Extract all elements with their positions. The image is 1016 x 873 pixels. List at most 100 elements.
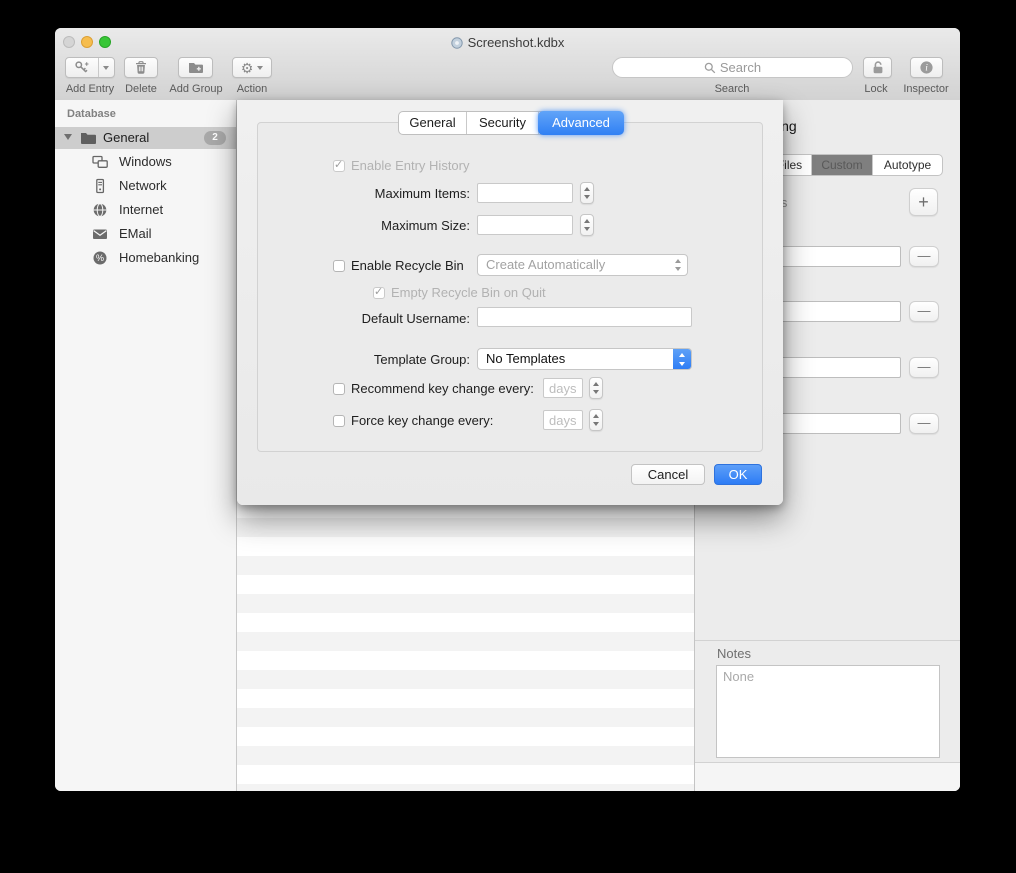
checkbox-label: Force key change every: bbox=[351, 413, 493, 428]
window-title: Screenshot.kdbx bbox=[468, 35, 565, 50]
search-caption: Search bbox=[692, 83, 772, 95]
search-placeholder: Search bbox=[720, 58, 761, 77]
sidebar: Database General 2 Windows Network bbox=[55, 100, 237, 791]
remove-custom-field-button[interactable]: — bbox=[909, 301, 939, 322]
maximum-size-stepper[interactable] bbox=[580, 214, 594, 236]
cancel-button[interactable]: Cancel bbox=[631, 464, 705, 485]
trash-icon bbox=[125, 58, 157, 77]
popup-chevrons-icon bbox=[674, 255, 682, 275]
titlebar-toolbar[interactable]: Screenshot.kdbx Add Entry Delete bbox=[55, 28, 960, 101]
enable-recycle-bin-row: Enable Recycle Bin bbox=[333, 258, 464, 273]
sidebar-item-label: Network bbox=[119, 174, 167, 198]
add-group-button[interactable] bbox=[178, 57, 213, 78]
tab-custom[interactable]: Custom bbox=[812, 155, 873, 175]
window-title-row: Screenshot.kdbx bbox=[55, 35, 960, 52]
lock-button[interactable] bbox=[863, 57, 892, 78]
recommend-days-stepper[interactable] bbox=[589, 377, 603, 399]
folder-plus-icon bbox=[179, 58, 212, 77]
svg-text:%: % bbox=[96, 253, 104, 263]
enable-recycle-bin-checkbox[interactable] bbox=[333, 260, 345, 272]
server-icon bbox=[92, 178, 108, 199]
info-icon: i bbox=[911, 58, 942, 77]
recommend-key-change-checkbox[interactable] bbox=[333, 383, 345, 395]
remove-custom-field-button[interactable]: — bbox=[909, 246, 939, 267]
recommend-key-change-row: Recommend key change every: bbox=[333, 381, 534, 396]
tab-advanced[interactable]: Advanced bbox=[538, 111, 624, 135]
globe-icon bbox=[92, 202, 108, 223]
action-button[interactable]: ⚙ bbox=[232, 57, 272, 78]
divider bbox=[695, 640, 960, 641]
force-key-change-row: Force key change every: bbox=[333, 413, 493, 428]
sidebar-item-email[interactable]: EMail bbox=[55, 222, 236, 246]
item-count-badge: 2 bbox=[204, 131, 226, 145]
inspector-button[interactable]: i bbox=[910, 57, 943, 78]
checkbox-label: Empty Recycle Bin on Quit bbox=[391, 285, 546, 300]
popup-chevrons-icon bbox=[673, 349, 691, 369]
sidebar-item-homebanking[interactable]: % Homebanking bbox=[55, 246, 236, 270]
sidebar-item-label: General bbox=[103, 127, 149, 149]
inspector-label: Inspector bbox=[895, 83, 957, 95]
app-window: Screenshot.kdbx Add Entry Delete bbox=[55, 28, 960, 791]
force-days-stepper[interactable] bbox=[589, 409, 603, 431]
template-group-popup[interactable]: No Templates bbox=[477, 348, 692, 370]
maximum-size-label: Maximum Size: bbox=[257, 218, 470, 233]
envelope-icon bbox=[92, 226, 108, 247]
sidebar-item-network[interactable]: Network bbox=[55, 174, 236, 198]
delete-label: Delete bbox=[117, 83, 165, 95]
remove-custom-field-button[interactable]: — bbox=[909, 413, 939, 434]
add-group-label: Add Group bbox=[165, 83, 227, 95]
add-entry-dropdown[interactable] bbox=[98, 58, 114, 77]
folder-icon bbox=[80, 131, 96, 149]
maximum-items-stepper[interactable] bbox=[580, 182, 594, 204]
notes-textarea[interactable] bbox=[716, 665, 940, 758]
database-settings-dialog: General Security Advanced Enable Entry H… bbox=[237, 100, 783, 505]
lock-icon bbox=[864, 58, 891, 77]
delete-button[interactable] bbox=[124, 57, 158, 78]
inspector-footer bbox=[695, 762, 960, 791]
maximum-items-input[interactable] bbox=[477, 183, 573, 203]
sidebar-item-label: Windows bbox=[119, 150, 172, 174]
sidebar-item-label: Homebanking bbox=[119, 246, 199, 270]
force-days-input[interactable] bbox=[543, 410, 583, 430]
search-input[interactable]: Search bbox=[612, 57, 853, 78]
checkbox-label: Enable Entry History bbox=[351, 158, 470, 173]
tab-security[interactable]: Security bbox=[467, 112, 539, 134]
enable-entry-history-row: Enable Entry History bbox=[333, 158, 470, 173]
enable-entry-history-checkbox bbox=[333, 160, 345, 172]
checkbox-label: Recommend key change every: bbox=[351, 381, 534, 396]
notes-header: Notes bbox=[717, 646, 751, 661]
settings-tabs: General Security Advanced bbox=[398, 111, 624, 135]
add-entry-button[interactable] bbox=[65, 57, 115, 78]
key-plus-icon bbox=[66, 58, 99, 77]
maximum-size-input[interactable] bbox=[477, 215, 573, 235]
popup-value: Create Automatically bbox=[486, 257, 605, 272]
sidebar-item-windows[interactable]: Windows bbox=[55, 150, 236, 174]
add-custom-field-button[interactable]: + bbox=[909, 188, 938, 216]
gear-icon: ⚙ bbox=[233, 58, 271, 77]
sidebar-item-label: EMail bbox=[119, 222, 152, 246]
percent-icon: % bbox=[92, 250, 108, 271]
chevron-down-icon bbox=[257, 66, 263, 70]
document-icon bbox=[451, 37, 463, 52]
default-username-input[interactable] bbox=[477, 307, 692, 327]
chevron-down-icon bbox=[103, 66, 109, 70]
svg-text:i: i bbox=[925, 64, 928, 74]
empty-recycle-bin-checkbox bbox=[373, 287, 385, 299]
remove-custom-field-button[interactable]: — bbox=[909, 357, 939, 378]
default-username-label: Default Username: bbox=[257, 311, 470, 326]
sidebar-item-label: Internet bbox=[119, 198, 163, 222]
sidebar-section-header: Database bbox=[67, 108, 116, 120]
maximum-items-label: Maximum Items: bbox=[257, 186, 470, 201]
checkbox-label: Enable Recycle Bin bbox=[351, 258, 464, 273]
action-label: Action bbox=[225, 83, 279, 95]
tab-autotype[interactable]: Autotype bbox=[873, 155, 942, 175]
disclosure-triangle-icon[interactable] bbox=[64, 134, 72, 140]
force-key-change-checkbox[interactable] bbox=[333, 415, 345, 427]
template-group-label: Template Group: bbox=[257, 352, 470, 367]
recommend-days-input[interactable] bbox=[543, 378, 583, 398]
recycle-bin-mode-popup: Create Automatically bbox=[477, 254, 688, 276]
sidebar-item-internet[interactable]: Internet bbox=[55, 198, 236, 222]
sidebar-item-general[interactable]: General 2 bbox=[55, 127, 236, 149]
tab-general[interactable]: General bbox=[399, 112, 467, 134]
ok-button[interactable]: OK bbox=[714, 464, 762, 485]
